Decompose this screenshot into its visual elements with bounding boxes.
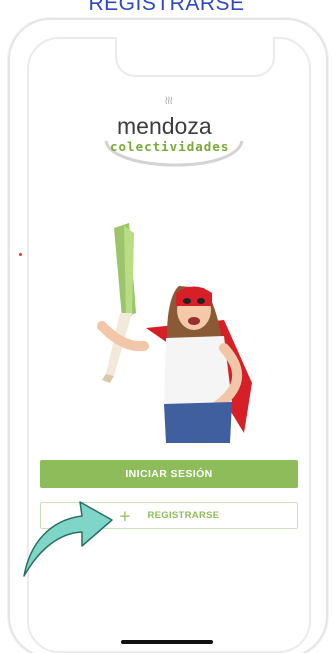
logo-wordmark-bottom: colectividades: [110, 139, 230, 154]
plus-icon: +: [118, 506, 132, 525]
register-button-label: REGISTRARSE: [147, 510, 220, 521]
hero-illustration: [97, 223, 252, 443]
login-button[interactable]: INICIAR SESIÓN: [40, 460, 298, 488]
red-dot: [19, 253, 22, 256]
pointer-arrow-icon: [23, 501, 113, 577]
leek-icon: [102, 223, 136, 383]
app-logo: ≀≀≀ mendoza colectividades: [100, 93, 245, 183]
steam-icon: ≀≀≀: [164, 93, 173, 107]
phone-notch: [115, 37, 275, 77]
page-title: REGISTRARSE: [88, 0, 245, 15]
home-indicator: [121, 640, 213, 644]
